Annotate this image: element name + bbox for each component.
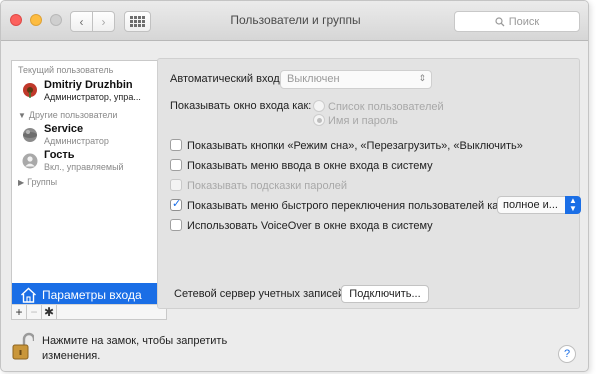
house-icon: [21, 287, 36, 303]
updown-arrows-icon: ⇕: [418, 73, 426, 83]
sidebar-toolbar: + − ✱: [11, 304, 167, 320]
autologin-value: Выключен: [287, 73, 340, 85]
radio-name-password[interactable]: Имя и пароль: [313, 114, 398, 127]
guest-avatar-icon: [22, 153, 38, 169]
current-user-name: Dmitriy Druzhbin: [44, 79, 133, 91]
sidebar-item-guest[interactable]: Гость Вкл., управляемый: [12, 148, 166, 180]
user-role: Администратор: [44, 136, 109, 146]
user-role: Вкл., управляемый: [44, 162, 124, 172]
globe-avatar-icon: [23, 128, 37, 142]
lock-hint-text: Нажмите на замок, чтобы запретить измене…: [42, 335, 228, 362]
users-sidebar: Текущий пользователь Dmitriy Druzhbin Ад…: [11, 60, 167, 320]
user-name: Service: [44, 123, 84, 135]
lock-icon[interactable]: [12, 332, 34, 362]
radio-button-selected: [313, 114, 325, 126]
groups-header[interactable]: ▶ Группы: [18, 177, 57, 187]
current-user-role: Администратор, упра...: [44, 92, 141, 102]
autologin-label: Автоматический вход:: [170, 73, 283, 85]
fast-switch-value: полное и...: [503, 199, 558, 211]
checkbox-checked: [170, 197, 182, 211]
disclosure-open-icon: ▼: [18, 111, 26, 120]
updown-arrows-icon: ▲ ▼: [565, 196, 581, 214]
title-bar: ‹ › Пользователи и группы Поиск: [1, 1, 588, 41]
checkbox: [170, 159, 182, 171]
current-user-header: Текущий пользователь: [18, 65, 114, 75]
sidebar-item-current-user[interactable]: Dmitriy Druzhbin Администратор, упра...: [12, 77, 166, 109]
checkbox-show-power-buttons[interactable]: Показывать кнопки «Режим сна», «Перезагр…: [170, 139, 523, 152]
help-button[interactable]: ?: [558, 345, 576, 363]
login-options-label: Параметры входа: [42, 288, 142, 302]
add-user-button[interactable]: +: [12, 305, 27, 319]
network-server-label: Сетевой сервер учетных записей:: [174, 288, 348, 300]
checkbox: [170, 219, 182, 231]
preferences-window: ‹ › Пользователи и группы Поиск Текущий …: [0, 0, 589, 372]
fast-switch-style-popup[interactable]: полное и... ▲ ▼: [497, 196, 581, 214]
user-name: Гость: [44, 149, 75, 161]
flower-avatar-icon: [23, 83, 37, 98]
disclosure-closed-icon: ▶: [18, 178, 25, 187]
checkbox-fast-user-switching[interactable]: Показывать меню быстрого переключения по…: [170, 197, 506, 212]
connect-button[interactable]: Подключить...: [341, 285, 429, 303]
radio-button: [313, 100, 325, 112]
gear-icon: ✱: [43, 305, 55, 319]
search-placeholder: Поиск: [508, 15, 540, 28]
search-icon: [495, 16, 505, 26]
checkbox-voiceover[interactable]: Использовать VoiceOver в окне входа в си…: [170, 219, 433, 232]
checkbox-password-hints[interactable]: Показывать подсказки паролей: [170, 179, 347, 192]
show-login-window-label: Показывать окно входа как:: [170, 100, 312, 112]
remove-user-button[interactable]: −: [27, 305, 42, 319]
login-options-panel: Автоматический вход: Выключен ⇕ Показыва…: [157, 58, 581, 309]
checkbox: [170, 179, 182, 191]
autologin-popup[interactable]: Выключен ⇕: [280, 70, 432, 89]
other-users-header[interactable]: ▼ Другие пользователи: [18, 110, 117, 120]
search-field[interactable]: Поиск: [454, 11, 580, 32]
checkbox: [170, 139, 182, 151]
radio-user-list[interactable]: Список пользователей: [313, 100, 444, 113]
checkbox-show-input-menu[interactable]: Показывать меню ввода в окне входа в сис…: [170, 159, 433, 172]
gear-menu-button[interactable]: ✱: [42, 305, 57, 319]
